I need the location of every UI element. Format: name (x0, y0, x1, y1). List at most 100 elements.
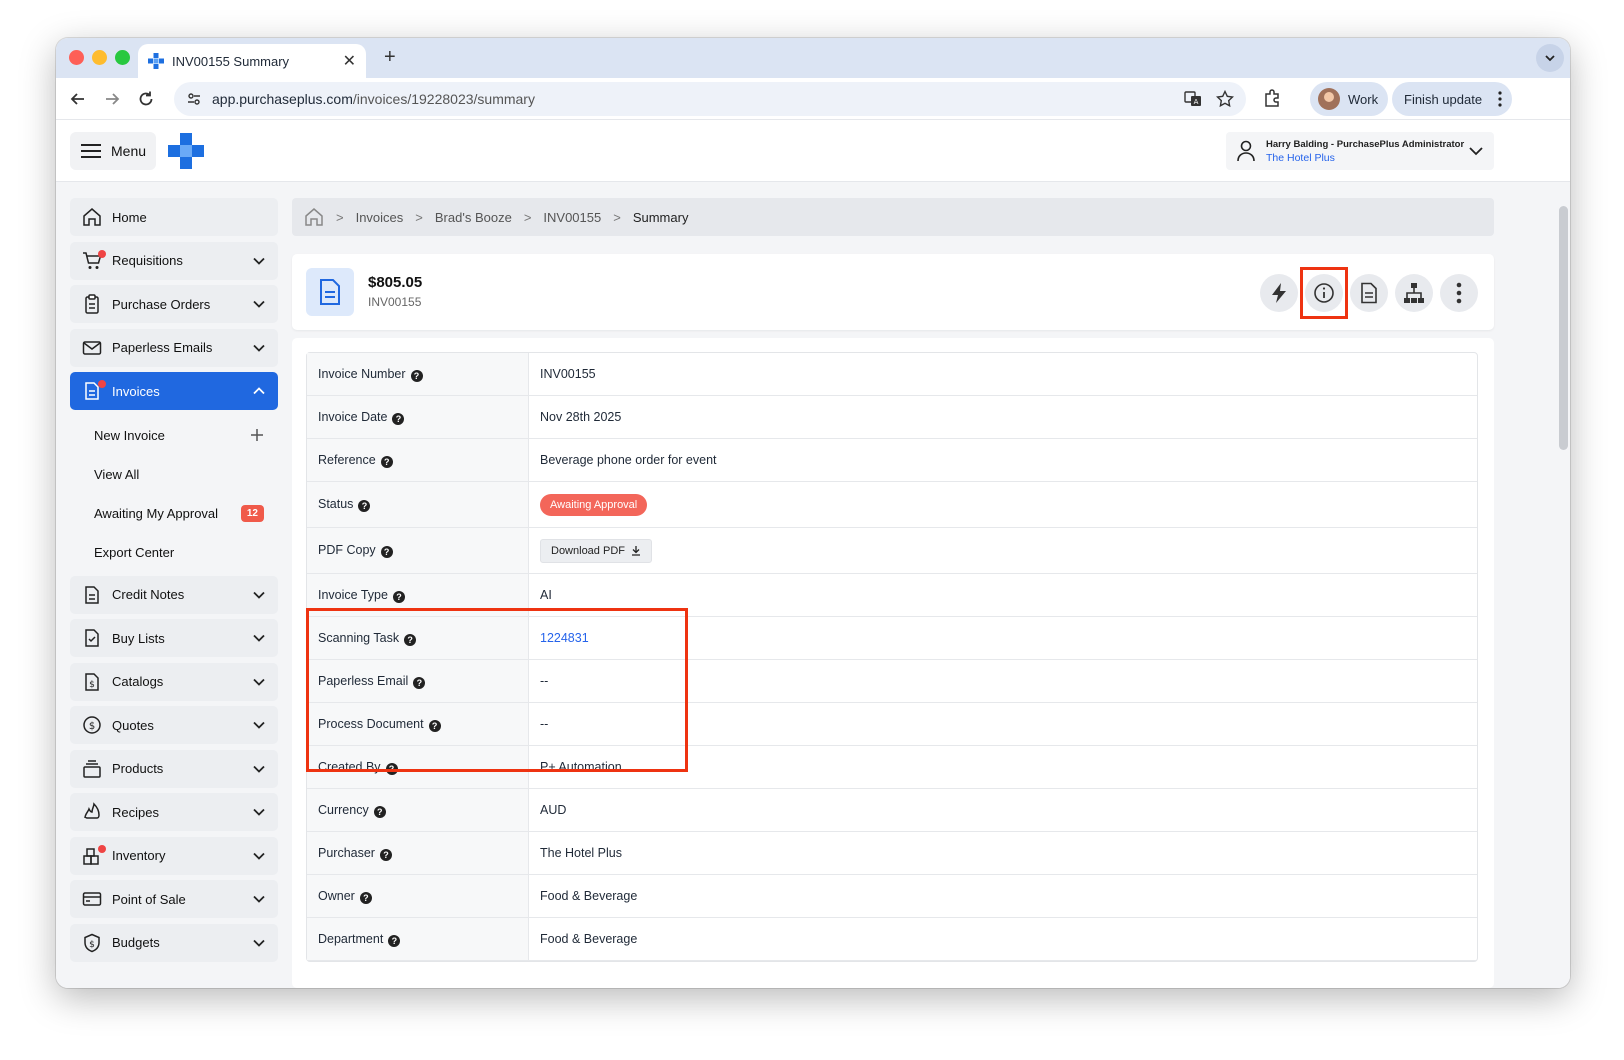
sidebar-item-paperless-emails[interactable]: Paperless Emails (70, 328, 278, 367)
sidebar-item-point-of-sale[interactable]: Point of Sale (70, 880, 278, 918)
breadcrumb-invoices[interactable]: Invoices (356, 210, 404, 225)
address-bar[interactable]: app.purchaseplus.com/invoices/19228023/s… (174, 82, 1246, 116)
help-icon[interactable]: ? (358, 500, 371, 512)
maximize-window-button[interactable] (115, 50, 130, 65)
browser-toolbar: app.purchaseplus.com/invoices/19228023/s… (56, 78, 1570, 120)
svg-text:$: $ (89, 721, 95, 732)
sidebar-item-label: Inventory (112, 848, 166, 863)
help-icon[interactable]: ? (388, 934, 401, 947)
sidebar-subitem-view-all[interactable]: View All (70, 455, 278, 494)
plus-icon[interactable] (250, 428, 264, 442)
sidebar-item-label: Recipes (112, 804, 159, 820)
profile-button[interactable]: Work (1310, 82, 1388, 116)
help-icon[interactable]: ? (380, 455, 393, 468)
sidebar-subitem-new-invoice[interactable]: New Invoice (70, 416, 278, 455)
lightning-icon (1272, 283, 1286, 303)
menu-button[interactable]: Menu (70, 132, 156, 170)
table-row: Status? Awaiting Approval (307, 482, 1477, 528)
sidebar-item-quotes[interactable]: $ Quotes (70, 706, 278, 744)
breadcrumb-separator-icon: > (613, 209, 621, 225)
breadcrumb-separator-icon: > (523, 209, 532, 225)
chevron-down-icon (253, 721, 265, 729)
shield-dollar-icon: $ (84, 933, 100, 952)
translate-icon[interactable]: A (1184, 90, 1202, 108)
back-arrow-icon[interactable] (68, 89, 88, 109)
user-name: Harry Balding - PurchasePlus Administrat… (1266, 138, 1465, 150)
sidebar-item-invoices[interactable]: Invoices (70, 372, 278, 410)
tab-close-icon[interactable]: ✕ (343, 51, 356, 71)
detail-label: Currency? (307, 789, 529, 832)
help-icon[interactable]: ? (380, 546, 393, 558)
purchaseplus-logo-icon[interactable] (168, 133, 204, 169)
stack-icon (83, 759, 101, 778)
purchaseplus-favicon-icon (148, 53, 164, 69)
bookmark-star-icon[interactable] (1216, 90, 1234, 108)
help-icon[interactable]: ? (392, 412, 405, 425)
tab-strip: INV00155 Summary ✕ + (56, 38, 1570, 78)
help-icon[interactable]: ? (359, 891, 372, 904)
help-icon[interactable]: ? (410, 369, 423, 382)
detail-label: Status? (307, 482, 529, 528)
sidebar-item-budgets[interactable]: $ Budgets (70, 923, 278, 962)
breadcrumb: > Invoices > Brad's Booze > INV00155 > S… (292, 198, 1494, 236)
sidebar-item-home[interactable]: Home (70, 198, 278, 236)
notification-dot (98, 844, 106, 853)
detail-label: Reference? (307, 439, 529, 482)
profile-avatar (1318, 88, 1340, 110)
detail-label: Purchaser? (307, 832, 529, 875)
help-icon[interactable]: ? (373, 805, 386, 818)
sidebar-item-credit-notes[interactable]: Credit Notes (70, 575, 278, 614)
sidebar-item-products[interactable]: Products (70, 749, 278, 788)
sidebar-item-label: Quotes (112, 717, 154, 733)
sidebar-item-label: Products (112, 761, 164, 776)
flame-icon (84, 802, 100, 819)
sidebar-subitem-awaiting-approval[interactable]: Awaiting My Approval 12 (70, 494, 278, 533)
finish-update-button[interactable]: Finish update (1392, 82, 1512, 116)
minimize-window-button[interactable] (92, 50, 107, 65)
sidebar-item-recipes[interactable]: Recipes (70, 793, 278, 831)
more-options-button[interactable] (1440, 274, 1478, 312)
help-icon[interactable]: ? (379, 848, 392, 861)
detail-label: PDF Copy? (307, 528, 529, 574)
quick-actions-button[interactable] (1260, 274, 1298, 312)
svg-text:$: $ (89, 940, 95, 950)
sidebar-item-buy-lists[interactable]: Buy Lists (70, 619, 278, 657)
url-path: /invoices/19228023/summary (352, 91, 535, 107)
sidebar-subitem-label: View All (94, 466, 140, 482)
breadcrumb-supplier[interactable]: Brad's Booze (435, 210, 512, 225)
download-pdf-button[interactable]: Download PDF (540, 538, 652, 563)
tab-search-button[interactable] (1536, 44, 1564, 72)
close-window-button[interactable] (69, 50, 84, 65)
sidebar-item-purchase-orders[interactable]: Purchase Orders (70, 285, 278, 323)
help-icon[interactable]: ? (392, 590, 405, 603)
sidebar-subitem-label: New Invoice (94, 427, 165, 443)
sidebar-item-label: Catalogs (112, 674, 164, 689)
detail-label-text: Department (318, 931, 384, 946)
extensions-puzzle-icon[interactable] (1262, 88, 1282, 108)
detail-label-text: Purchaser (318, 845, 375, 860)
breadcrumb-current: Summary (632, 209, 689, 225)
site-settings-icon[interactable] (186, 91, 202, 107)
reload-icon[interactable] (136, 89, 156, 109)
detail-value: AUD (529, 789, 1477, 832)
page-scrollbar[interactable] (1559, 206, 1568, 450)
sidebar-subitem-export-center[interactable]: Export Center (70, 533, 278, 572)
chevron-down-icon (253, 939, 265, 947)
table-row: Department? Food & Beverage (307, 918, 1477, 961)
breadcrumb-invoice[interactable]: INV00155 (543, 210, 601, 225)
new-tab-icon[interactable]: + (384, 46, 396, 69)
detail-label-text: Owner (318, 888, 355, 903)
sidebar-item-requisitions[interactable]: Requisitions (70, 241, 278, 280)
sidebar-item-catalogs[interactable]: $ Catalogs (70, 662, 278, 701)
chevron-down-icon (1469, 147, 1483, 156)
invoice-details-card: Invoice Number? INV00155 Invoice Date? N… (292, 338, 1494, 988)
home-icon[interactable] (304, 207, 324, 227)
workflow-tree-button[interactable] (1395, 274, 1433, 312)
user-menu[interactable]: Harry Balding - PurchasePlus Administrat… (1226, 132, 1494, 170)
browser-tab[interactable]: INV00155 Summary ✕ (138, 44, 366, 78)
notification-dot (98, 249, 106, 258)
document-view-button[interactable] (1350, 274, 1388, 312)
tab-title: INV00155 Summary (172, 53, 290, 69)
sidebar-item-inventory[interactable]: Inventory (70, 836, 278, 875)
forward-arrow-icon[interactable] (102, 89, 122, 109)
